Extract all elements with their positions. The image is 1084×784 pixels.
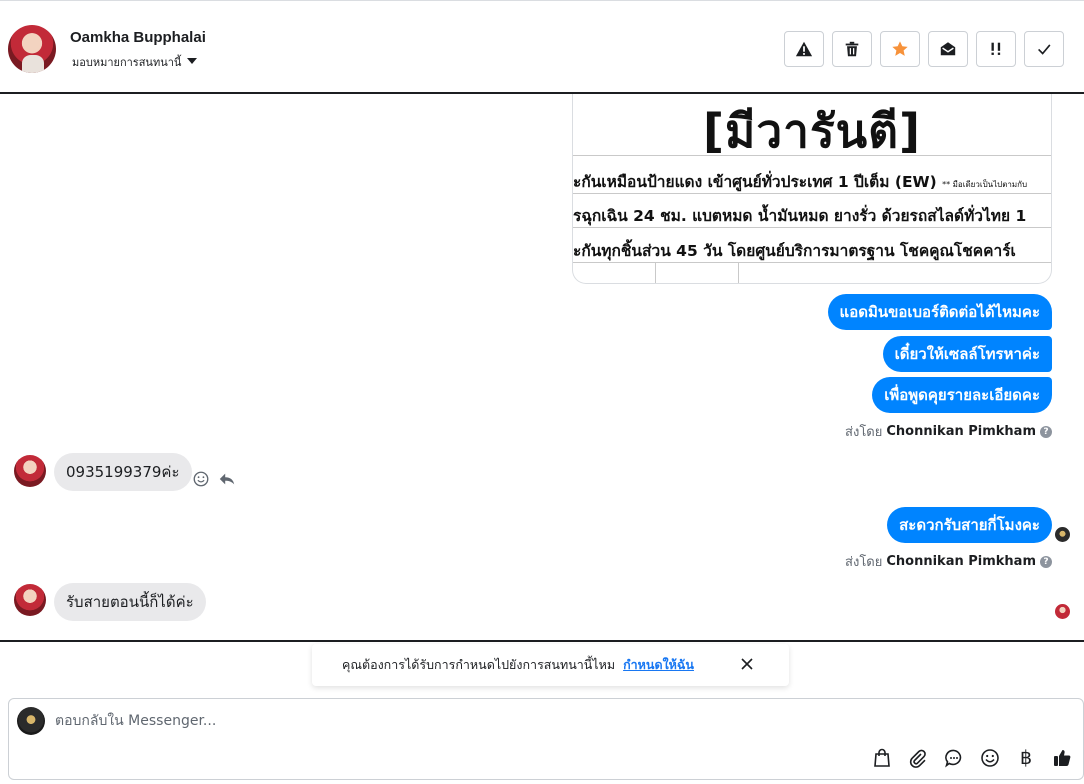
- envelope-open-icon: [940, 42, 956, 56]
- emoji-icon[interactable]: [979, 747, 1001, 769]
- warning-icon: [795, 41, 813, 57]
- trash-icon: [845, 41, 859, 57]
- sent-by-prefix: ส่งโดย: [845, 555, 883, 570]
- image-text-line-1: ะกันเหมือนป้ายแดง เข้าศูนย์ทั่วประเทศ 1 …: [573, 169, 1051, 194]
- image-text-line-1-small: ** มือเดียวเป็นไปตามกับ: [942, 180, 1028, 189]
- composer-toolbar: ฿: [871, 747, 1073, 769]
- help-icon[interactable]: ?: [1040, 425, 1052, 438]
- image-row-line: [573, 155, 1051, 156]
- assign-conversation-dropdown[interactable]: มอบหมายการสนทนานี้: [72, 53, 198, 71]
- delete-button[interactable]: [832, 31, 872, 67]
- image-text-line-1-main: ะกันเหมือนป้ายแดง เข้าศูนย์ทั่วประเทศ 1 …: [573, 173, 943, 191]
- inbox-conversation-page: Oamkha Bupphalai มอบหมายการสนทนานี้ [มีว…: [0, 0, 1084, 784]
- star-icon: [892, 41, 908, 56]
- incoming-message[interactable]: รับสายตอนนี้ก็ได้ค่ะ: [54, 583, 206, 621]
- message-thread[interactable]: [มีวารันตี] ะกันเหมือนป้ายแดง เข้าศูนย์ท…: [0, 94, 1084, 640]
- image-row-line: [573, 227, 1051, 228]
- report-spam-button[interactable]: [784, 31, 824, 67]
- thumbs-up-icon[interactable]: [1051, 747, 1073, 769]
- incoming-message[interactable]: 0935199379ค่ะ: [54, 453, 192, 491]
- mark-done-button[interactable]: [1024, 31, 1064, 67]
- assign-label: มอบหมายการสนทนานี้: [72, 57, 182, 69]
- thread-divider: [0, 640, 1084, 642]
- help-icon[interactable]: ?: [1040, 555, 1052, 568]
- image-row-line: [573, 262, 1051, 263]
- image-title-text: [มีวารันตี]: [702, 104, 922, 158]
- follow-up-button[interactable]: [976, 31, 1016, 67]
- image-text-line-2: รฉุกเฉิน 24 ชม. แบตหมด น้ำมันหมด ยางรั่ว…: [573, 207, 1027, 225]
- sent-by-prefix: ส่งโดย: [845, 425, 883, 440]
- outgoing-message[interactable]: สะดวกรับสายกี่โมงคะ: [887, 507, 1052, 543]
- sent-by-name[interactable]: Chonnikan Pimkham: [886, 554, 1036, 569]
- sent-by-label: ส่งโดย Chonnikan Pimkham ?: [845, 551, 1052, 572]
- assign-prompt-banner: คุณต้องการได้รับการกำหนดไปยังการสนทนานี้…: [312, 644, 789, 686]
- reply-icon[interactable]: [218, 470, 236, 488]
- double-exclamation-icon: [991, 42, 1001, 55]
- message-actions: [192, 470, 236, 488]
- attachment-icon[interactable]: [907, 747, 929, 769]
- contact-avatar-small[interactable]: [14, 455, 46, 487]
- image-col-line: [738, 263, 739, 283]
- close-icon[interactable]: [739, 656, 755, 672]
- reply-input[interactable]: [55, 709, 955, 733]
- image-row-line: [573, 193, 1051, 194]
- check-icon: [1038, 44, 1051, 55]
- shopping-bag-icon[interactable]: [871, 747, 893, 769]
- mark-unread-button[interactable]: [928, 31, 968, 67]
- outgoing-message[interactable]: แอดมินขอเบอร์ติดต่อได้ไหมคะ: [827, 294, 1052, 330]
- image-text-line-3: ะกันทุกชิ้นส่วน 45 วัน โดยศูนย์บริการมาต…: [573, 242, 1016, 260]
- page-avatar: [17, 707, 45, 735]
- conversation-toolbar: [784, 31, 1064, 67]
- reply-composer: ฿: [8, 698, 1084, 780]
- baht-icon[interactable]: ฿: [1015, 747, 1037, 769]
- sent-by-name[interactable]: Chonnikan Pimkham: [886, 424, 1036, 439]
- sent-by-label: ส่งโดย Chonnikan Pimkham ?: [845, 421, 1052, 442]
- conversation-header: Oamkha Bupphalai มอบหมายการสนทนานี้: [0, 0, 1084, 94]
- image-attachment[interactable]: [มีวารันตี] ะกันเหมือนป้ายแดง เข้าศูนย์ท…: [572, 94, 1052, 284]
- image-col-line: [655, 263, 656, 283]
- chevron-down-icon: [187, 58, 198, 64]
- assign-to-me-link[interactable]: กำหนดให้ฉัน: [623, 655, 694, 675]
- outgoing-message[interactable]: เพื่อพูดคุยรายละเอียดคะ: [872, 377, 1052, 413]
- saved-reply-icon[interactable]: [943, 747, 965, 769]
- contact-avatar[interactable]: [8, 25, 56, 73]
- seen-avatar: [1055, 527, 1070, 542]
- assign-prompt-text: คุณต้องการได้รับการกำหนดไปยังการสนทนานี้…: [342, 657, 616, 672]
- contact-avatar-small[interactable]: [14, 584, 46, 616]
- react-emoji-icon[interactable]: [192, 470, 210, 488]
- contact-name[interactable]: Oamkha Bupphalai: [70, 29, 206, 46]
- outgoing-message[interactable]: เดี๋ยวให้เซลล์โทรหาค่ะ: [882, 336, 1052, 372]
- star-button[interactable]: [880, 31, 920, 67]
- seen-avatar: [1055, 604, 1070, 619]
